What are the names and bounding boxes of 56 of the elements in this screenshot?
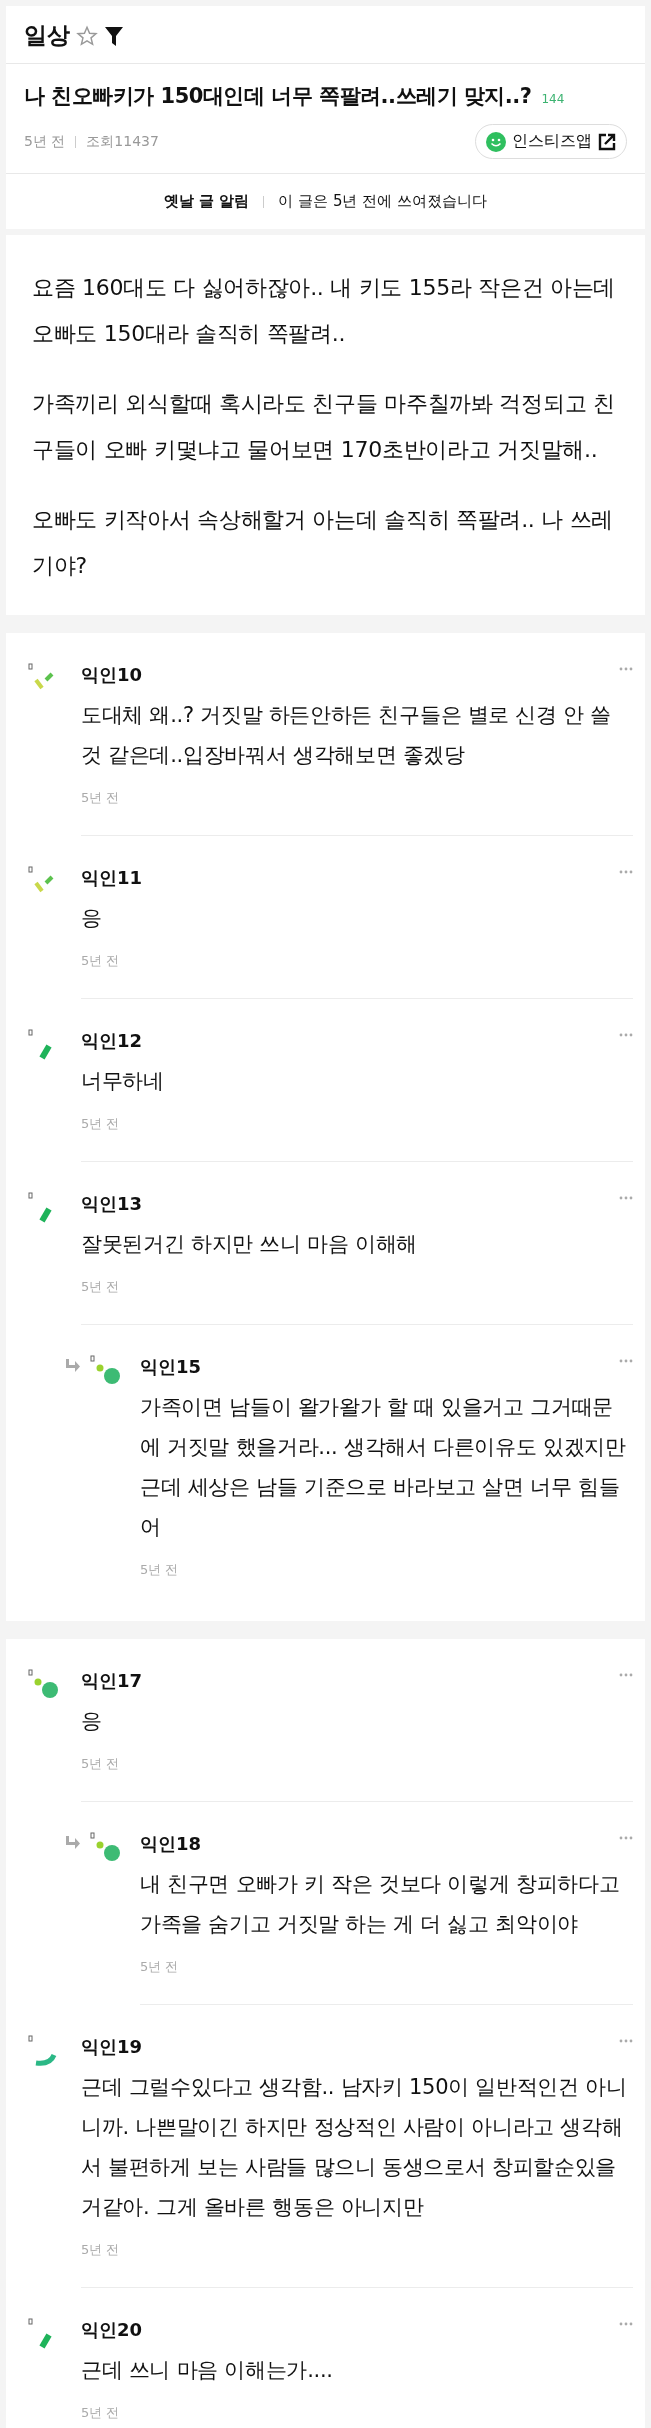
- comment-count: 144: [541, 92, 565, 108]
- comment-author: 익인18: [140, 1832, 202, 1856]
- more-icon[interactable]: [619, 1033, 633, 1037]
- app-button[interactable]: 인스티즈앱: [475, 124, 627, 159]
- comment-time: 5년 전: [81, 1755, 120, 1773]
- more-icon[interactable]: [619, 2039, 633, 2043]
- comment-time: 5년 전: [140, 1561, 179, 1579]
- filter-icon[interactable]: [104, 24, 124, 47]
- avatar-icon: [90, 1832, 122, 1864]
- comment-text: 가족이면 남들이 왈가왈가 할 때 있을거고 그거때문에 거짓말 했을거라... 생각해서 다른이유도 있겠지만 근데 세상은 남들 기준으로 바라보고 살면 너무 힘들어: [140, 1394, 627, 1541]
- star-icon[interactable]: [76, 24, 98, 47]
- post-paragraph: 가족끼리 외식할때 혹시라도 친구들 마주칠까봐 걱정되고 친구들이 오빠 키몇냐고 물어보면 170초반이라고 거짓말해..: [32, 390, 616, 464]
- avatar-icon: [90, 1355, 122, 1387]
- comment-time: 5년 전: [81, 2404, 120, 2422]
- view-count: 조회11437: [86, 132, 159, 151]
- comment-author: 익인11: [81, 866, 143, 890]
- comment-text: 너무하네: [81, 1068, 165, 1095]
- more-icon[interactable]: [619, 1673, 633, 1677]
- board-name[interactable]: 일상: [24, 20, 70, 51]
- notice-text: 이 글은 5년 전에 쓰여졌습니다: [278, 192, 488, 211]
- comment-text: 응: [81, 905, 103, 932]
- post-age: 5년 전: [24, 132, 66, 151]
- comment-text: 잘못된거긴 하지만 쓰니 마음 이해해: [81, 1231, 418, 1258]
- comment-text: 응: [81, 1708, 103, 1735]
- comment-author: 익인10: [81, 663, 143, 687]
- more-icon[interactable]: [619, 2322, 633, 2326]
- more-icon[interactable]: [619, 667, 633, 671]
- post-title: 나 친오빠키가 150대인데 너무 쪽팔려..쓰레기 맞지..?: [24, 83, 532, 110]
- comment-text: 도대체 왜..? 거짓말 하든안하든 친구들은 별로 신경 안 쓸 것 같은데..입장바꿔서 생각해보면 좋겠당: [81, 702, 612, 769]
- notice-label: 옛날 글 알림: [163, 192, 250, 211]
- comment-time: 5년 전: [81, 1278, 120, 1296]
- reply-arrow-icon: [64, 1359, 80, 1373]
- external-link-icon: [598, 132, 616, 151]
- reply-arrow-icon: [64, 1836, 80, 1850]
- more-icon[interactable]: [619, 1359, 633, 1363]
- more-icon[interactable]: [619, 1836, 633, 1840]
- comment-author: 익인17: [81, 1669, 143, 1693]
- comment-time: 5년 전: [81, 789, 120, 807]
- post-paragraph: 오빠도 키작아서 속상해할거 아는데 솔직히 쪽팔려.. 나 쓰레기야?: [32, 506, 615, 580]
- comment-text: 근데 쓰니 마음 이해는가....: [81, 2357, 334, 2384]
- comment-author: 익인20: [81, 2318, 143, 2342]
- more-icon[interactable]: [619, 870, 633, 874]
- comment-author: 익인15: [140, 1355, 202, 1379]
- comment-author: 익인13: [81, 1192, 143, 1216]
- smile-icon: [486, 131, 506, 152]
- comment-time: 5년 전: [81, 1115, 120, 1133]
- comment-time: 5년 전: [140, 1958, 179, 1976]
- comment-text: 내 친구면 오빠가 키 작은 것보다 이렇게 창피하다고 가족을 숨기고 거짓말 하는 게 더 싫고 최악이야: [140, 1871, 621, 1938]
- comment-time: 5년 전: [81, 952, 120, 970]
- more-icon[interactable]: [619, 1196, 633, 1200]
- comment-time: 5년 전: [81, 2241, 120, 2259]
- comment-author: 익인19: [81, 2035, 143, 2059]
- avatar-icon: [28, 1669, 60, 1701]
- post-paragraph: 요즘 160대도 다 싫어하잖아.. 내 키도 155라 작은건 아는데 오빠도 150대라 솔직히 쪽팔려..: [32, 274, 617, 348]
- comment-author: 익인12: [81, 1029, 143, 1053]
- comment-text: 근데 그럴수있다고 생각함.. 남자키 150이 일반적인건 아니니까. 나쁜말이긴 하지만 정상적인 사람이 아니라고 생각해서 불편하게 보는 사람들 많으니 동생으로서 창피할순있을거같아. 그게 올바른 행동은 아니지만: [81, 2074, 628, 2221]
